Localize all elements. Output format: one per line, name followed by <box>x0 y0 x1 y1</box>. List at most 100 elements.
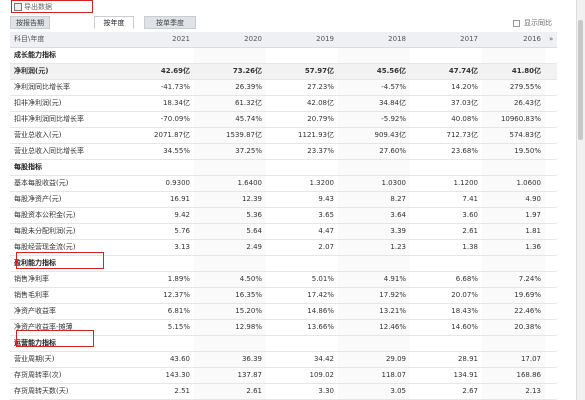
cell-value: 6.68% <box>410 271 482 288</box>
row-spacer <box>545 143 557 160</box>
table-header-row: 科目\年度 2021 2020 2019 2018 2017 2016 » <box>10 32 557 48</box>
cell-value: 45.56亿 <box>338 63 410 80</box>
table-row: 营业周期(天) 43.60 36.39 34.42 29.09 28.91 17.07 <box>10 351 557 368</box>
cell-value <box>122 159 194 176</box>
cell-value: 15.20% <box>194 303 266 320</box>
cell-value: 3.65 <box>266 207 338 224</box>
row-label: 净资产收益率 <box>10 303 122 320</box>
cell-value: 73.26亿 <box>194 63 266 80</box>
header-year: 2019 <box>266 32 338 48</box>
cell-value: 27.23% <box>266 79 338 96</box>
cell-value: 4.47 <box>266 223 338 240</box>
scrollbar-thumb[interactable] <box>578 20 583 140</box>
cell-value: 4.91% <box>338 271 410 288</box>
cell-value: 3.64 <box>338 207 410 224</box>
cell-value: 7.24% <box>482 271 545 288</box>
cell-value: 13.66% <box>266 319 338 336</box>
row-label: 每股未分配利润(元) <box>10 223 122 240</box>
cell-value <box>338 159 410 176</box>
cell-value: 14.86% <box>266 303 338 320</box>
cell-value: 909.43亿 <box>338 127 410 144</box>
cell-value: 28.91 <box>410 351 482 368</box>
cell-value: 22.46% <box>482 303 545 320</box>
cell-value: 18.43% <box>410 303 482 320</box>
row-spacer <box>545 303 557 320</box>
cell-value: 3.13 <box>122 239 194 256</box>
cell-value: 23.68% <box>410 143 482 160</box>
cell-value: 42.69亿 <box>122 63 194 80</box>
cell-value: 34.42 <box>266 351 338 368</box>
tab-by-report-period[interactable]: 按报告期 <box>10 16 50 29</box>
cell-value: 1.38 <box>410 239 482 256</box>
cell-value: 14.20% <box>410 79 482 96</box>
cell-value <box>482 47 545 64</box>
row-label: 存货周转率(次) <box>10 367 122 384</box>
cell-value: 20.38% <box>482 319 545 336</box>
row-spacer <box>545 367 557 384</box>
cell-value <box>266 255 338 272</box>
row-label: 基本每股收益(元) <box>10 175 122 192</box>
cell-value: 1.81 <box>482 223 545 240</box>
vertical-scrollbar[interactable] <box>576 0 585 400</box>
cell-value: 34.55% <box>122 143 194 160</box>
row-spacer <box>545 127 557 144</box>
tab-by-year[interactable]: 按年度 <box>94 16 134 29</box>
show-yoy-checkbox[interactable] <box>513 19 520 27</box>
cell-value: 1121.93亿 <box>266 127 338 144</box>
cell-value: 134.91 <box>410 367 482 384</box>
row-label: 营业总收入(元) <box>10 127 122 144</box>
row-label: 销售净利率 <box>10 271 122 288</box>
cell-value: 143.30 <box>122 367 194 384</box>
cell-value: -41.73% <box>122 79 194 96</box>
cell-value: 118.07 <box>338 367 410 384</box>
cell-value: 712.73亿 <box>410 127 482 144</box>
cell-value: 20.07% <box>410 287 482 304</box>
header-subject: 科目\年度 <box>10 32 122 48</box>
cell-value: 1.6400 <box>194 175 266 192</box>
cell-value: 19.50% <box>482 143 545 160</box>
cell-value: 2.67 <box>410 383 482 400</box>
cell-value: 29.09 <box>338 351 410 368</box>
cell-value: 1.1200 <box>410 175 482 192</box>
cell-value: 1.23 <box>338 239 410 256</box>
cell-value <box>122 47 194 64</box>
cell-value: 37.03亿 <box>410 95 482 112</box>
cell-value <box>338 255 410 272</box>
tab-by-quarter[interactable]: 按单季度 <box>144 16 196 29</box>
cell-value: 7.41 <box>410 191 482 208</box>
cell-value: 2.61 <box>410 223 482 240</box>
cell-value <box>410 335 482 352</box>
show-yoy-toggle[interactable]: 显示同比 <box>513 18 552 28</box>
cell-value <box>410 159 482 176</box>
cell-value: 17.42% <box>266 287 338 304</box>
row-spacer <box>545 287 557 304</box>
cell-value: 1.89% <box>122 271 194 288</box>
cell-value: 2.07 <box>266 239 338 256</box>
section-header-row: 成长能力指标 <box>10 47 557 64</box>
row-label: 营业周期(天) <box>10 351 122 368</box>
row-spacer <box>545 159 557 176</box>
cell-value <box>122 255 194 272</box>
cell-value <box>482 159 545 176</box>
cell-value: 137.87 <box>194 367 266 384</box>
table-row: 销售净利率 1.89% 4.50% 5.01% 4.91% 6.68% 7.24% <box>10 271 557 288</box>
cell-value <box>194 335 266 352</box>
table-row: 销售毛利率 12.37% 16.35% 17.42% 17.92% 20.07% 19.69… <box>10 287 557 304</box>
row-label: 销售毛利率 <box>10 287 122 304</box>
row-spacer <box>545 111 557 128</box>
header-year: 2018 <box>338 32 410 48</box>
cell-value: 1.97 <box>482 207 545 224</box>
cell-value: 14.60% <box>410 319 482 336</box>
cell-value: 27.60% <box>338 143 410 160</box>
row-label: 存货周转天数(天) <box>10 383 122 400</box>
cell-value: 4.50% <box>194 271 266 288</box>
cell-value: 23.37% <box>266 143 338 160</box>
cell-value: 61.32亿 <box>194 95 266 112</box>
cell-value: 40.08% <box>410 111 482 128</box>
cell-value <box>266 335 338 352</box>
cell-value: 42.08亿 <box>266 95 338 112</box>
row-label: 扣非净利润同比增长率 <box>10 111 122 128</box>
row-spacer <box>545 383 557 400</box>
next-columns-arrow[interactable]: » <box>545 32 557 48</box>
cell-value: 12.37% <box>122 287 194 304</box>
